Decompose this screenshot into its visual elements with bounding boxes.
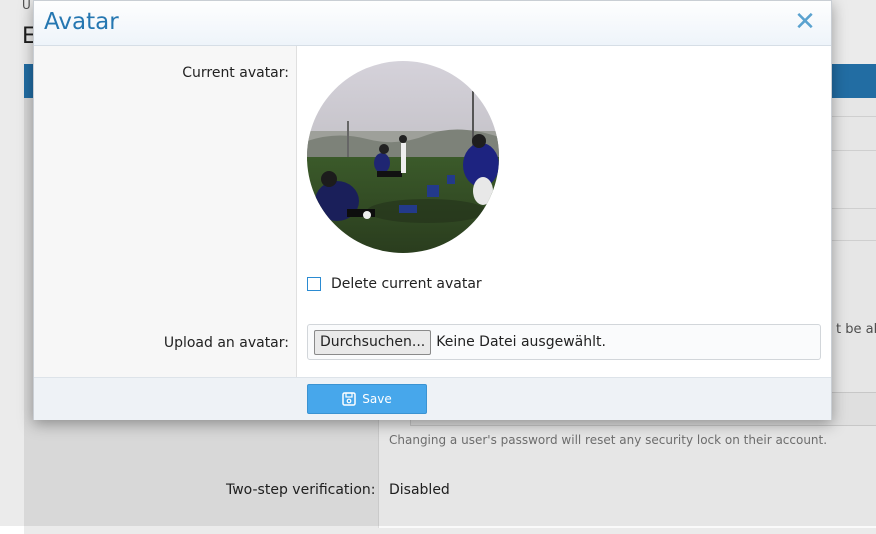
file-status: Keine Datei ausgewählt. [436,334,606,350]
file-input[interactable]: Durchsuchen... Keine Datei ausgewählt. [307,324,821,360]
save-icon [342,392,357,406]
dialog-title: Avatar [44,9,119,35]
delete-avatar-label[interactable]: Delete current avatar [331,276,482,292]
avatar-photo [307,61,499,253]
delete-avatar-row: Delete current avatar [307,276,482,292]
upload-avatar-label: Upload an avatar: [163,335,289,351]
save-button[interactable]: Save [307,384,427,414]
save-label: Save [362,392,392,406]
delete-avatar-checkbox[interactable] [307,277,321,291]
dialog-header: Avatar ✕ [34,1,831,46]
label-column [34,46,297,377]
browse-button[interactable]: Durchsuchen... [314,329,432,355]
dialog-body: Current avatar: Delete current avatar Up… [34,46,831,377]
current-avatar-label: Current avatar: [182,65,289,81]
avatar-dialog: Avatar ✕ Current avatar: Delete current … [33,0,832,420]
avatar-image [307,61,499,253]
close-icon[interactable]: ✕ [793,8,817,36]
dialog-footer: Save [34,377,831,420]
